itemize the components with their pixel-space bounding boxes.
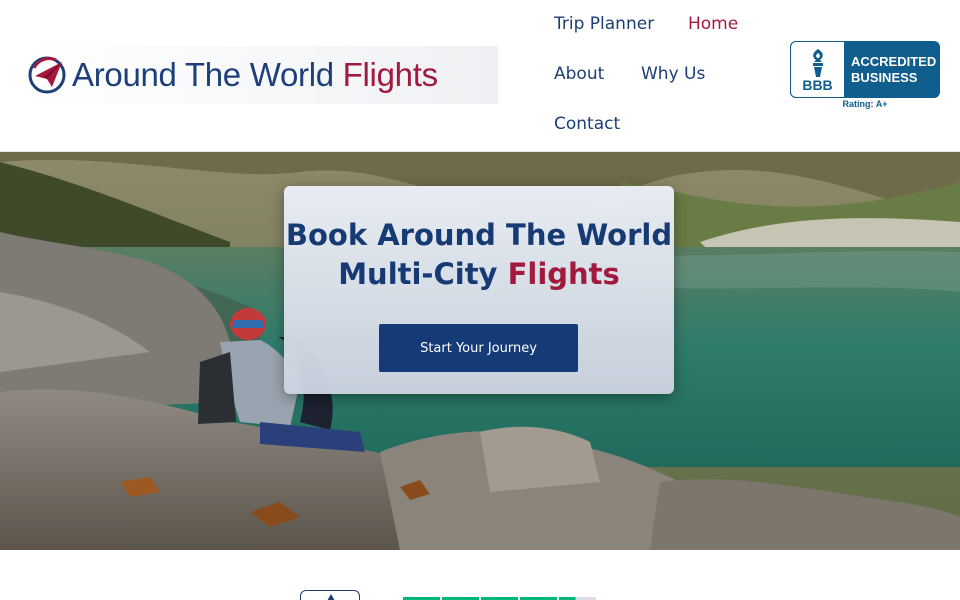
bbb-seal: BBB (790, 41, 845, 98)
logo-wordmark: Around The World Flights (72, 56, 438, 94)
nav-home[interactable]: Home (688, 14, 738, 34)
site-logo[interactable]: Around The World Flights (18, 46, 498, 104)
logo-text-main: Around The World (72, 56, 334, 93)
bbb-rating: Rating: A+ (842, 99, 888, 109)
hero-title: Book Around The World Multi-City Flights (284, 216, 674, 294)
bbb-accredited-badge[interactable]: BBB ACCREDITED BUSINESS (790, 41, 940, 98)
site-header: Around The World Flights Trip Planner Ho… (0, 0, 960, 152)
nav-contact[interactable]: Contact (554, 114, 620, 134)
hero-banner: Book Around The World Multi-City Flights… (0, 152, 960, 550)
bbb-text: ACCREDITED BUSINESS (851, 54, 936, 86)
nav-why-us[interactable]: Why Us (641, 64, 705, 84)
hero-card: Book Around The World Multi-City Flights… (284, 186, 674, 394)
nav-trip-planner[interactable]: Trip Planner (554, 14, 654, 34)
trust-strip (0, 550, 960, 600)
partner-arrow-icon (327, 594, 335, 600)
hero-title-line2: Multi-City (338, 257, 498, 291)
bbb-torch-icon (812, 48, 823, 77)
hero-title-accent: Flights (507, 257, 620, 291)
start-journey-button[interactable]: Start Your Journey (379, 324, 578, 372)
bbb-line2: BUSINESS (851, 69, 918, 85)
partner-badge (300, 590, 360, 600)
logo-text-accent: Flights (342, 56, 438, 93)
bbb-line1: ACCREDITED (851, 53, 937, 69)
bbb-abbr: BBB (802, 76, 833, 93)
nav-about[interactable]: About (554, 64, 604, 84)
hero-title-line1: Book Around The World (285, 218, 673, 252)
paper-plane-globe-icon (28, 56, 66, 94)
